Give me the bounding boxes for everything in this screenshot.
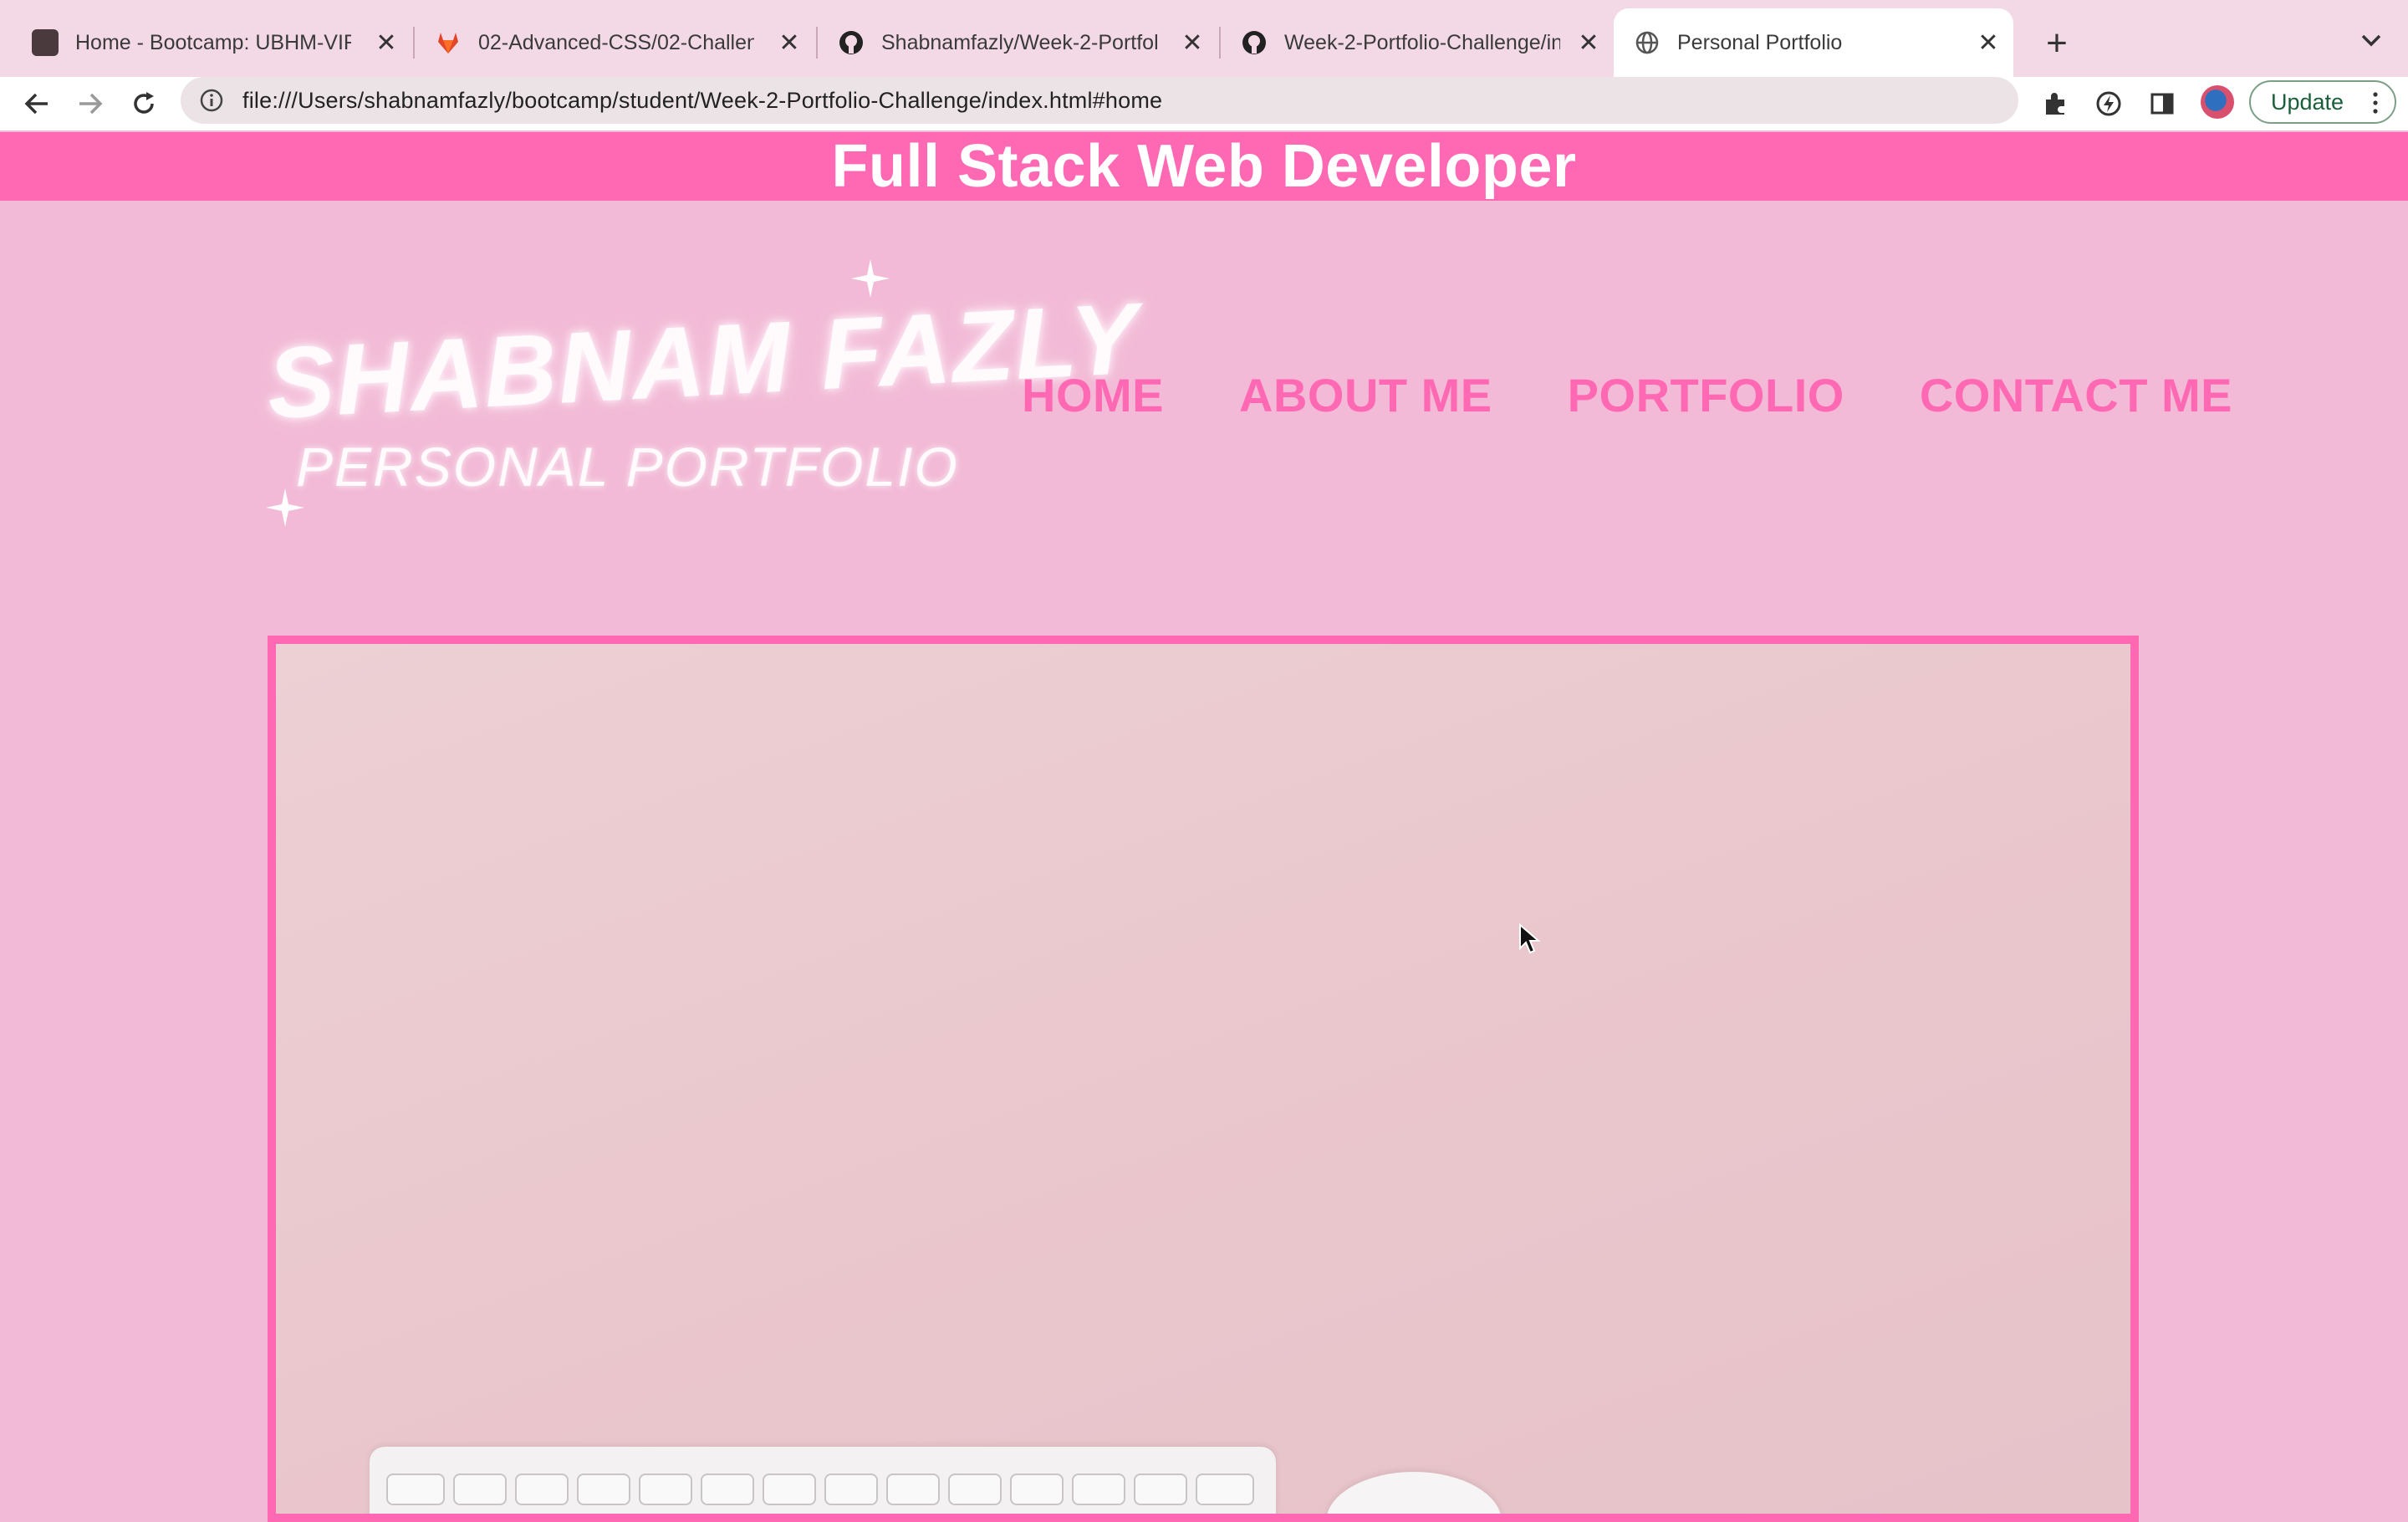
main-nav: HOME ABOUT ME PORTFOLIO CONTACT ME — [1022, 368, 2232, 422]
forward-arrow-icon[interactable] — [72, 85, 109, 122]
new-tab-icon[interactable]: + — [2033, 20, 2080, 67]
tab-gitlab[interactable]: 02-Advanced-CSS/02-Challenge ✕ — [415, 8, 814, 77]
reload-icon[interactable] — [125, 85, 162, 122]
more-menu-icon[interactable] — [2373, 92, 2378, 114]
tab-bootcamp[interactable]: Home - Bootcamp: UBHM-VIRT ✕ — [12, 8, 411, 77]
extensions-puzzle-icon[interactable] — [2037, 85, 2074, 122]
close-tab-icon[interactable]: ✕ — [1177, 28, 1207, 59]
tab-github-repo[interactable]: Shabnamfazly/Week-2-Portfolio ✕ — [818, 8, 1217, 77]
close-tab-icon[interactable]: ✕ — [371, 28, 401, 59]
bootcamp-favicon-icon — [32, 29, 59, 56]
mouse-cursor-icon — [1519, 923, 1541, 954]
tab-title: Week-2-Portfolio-Challenge/index — [1284, 30, 1560, 54]
hero-image — [268, 636, 2139, 1522]
url-text: file:///Users/shabnamfazly/bootcamp/stud… — [242, 87, 1163, 113]
tab-title: Personal Portfolio — [1677, 30, 1843, 54]
back-arrow-icon[interactable] — [18, 85, 55, 122]
profile-avatar[interactable] — [2201, 85, 2234, 119]
side-panel-icon[interactable] — [2144, 85, 2181, 122]
tab-title: 02-Advanced-CSS/02-Challenge — [478, 30, 754, 54]
nav-about-me[interactable]: ABOUT ME — [1239, 368, 1492, 422]
site-info-icon[interactable] — [199, 88, 224, 113]
sparkle-icon — [266, 488, 304, 527]
update-button-label: Update — [2271, 89, 2344, 115]
address-bar[interactable]: file:///Users/shabnamfazly/bootcamp/stud… — [181, 77, 2018, 124]
tab-title: Home - Bootcamp: UBHM-VIRT — [75, 30, 351, 54]
github-icon — [1241, 29, 1268, 56]
tab-strip: Home - Bootcamp: UBHM-VIRT ✕ 02-Advanced… — [0, 0, 2408, 77]
logo-subtitle: PERSONAL PORTFOLIO — [296, 436, 959, 498]
globe-icon — [1634, 29, 1661, 56]
site-logo: SHABNAM FAZLY PERSONAL PORTFOLIO — [251, 259, 1142, 535]
mouse-image — [1326, 1472, 1502, 1514]
nav-home[interactable]: HOME — [1022, 368, 1164, 422]
banner-title: Full Stack Web Developer — [831, 133, 1577, 200]
tab-personal-portfolio[interactable]: Personal Portfolio ✕ — [1614, 8, 2013, 77]
browser-toolbar: file:///Users/shabnamfazly/bootcamp/stud… — [0, 77, 2408, 130]
keyboard-image — [370, 1447, 1276, 1514]
performance-bolt-icon[interactable] — [2090, 85, 2127, 122]
sparkle-icon — [851, 259, 890, 298]
tab-github-index[interactable]: Week-2-Portfolio-Challenge/index ✕ — [1221, 8, 1614, 77]
nav-contact-me[interactable]: CONTACT ME — [1920, 368, 2232, 422]
gitlab-icon — [435, 29, 462, 56]
tab-search-chevron-icon[interactable] — [2354, 23, 2388, 57]
page-banner: Full Stack Web Developer — [0, 132, 2408, 201]
github-icon — [838, 29, 865, 56]
nav-portfolio[interactable]: PORTFOLIO — [1568, 368, 1844, 422]
close-tab-icon[interactable]: ✕ — [774, 28, 804, 59]
update-button[interactable]: Update — [2249, 80, 2396, 124]
close-tab-icon[interactable]: ✕ — [1973, 28, 2003, 59]
tab-title: Shabnamfazly/Week-2-Portfolio — [881, 30, 1157, 54]
close-tab-icon[interactable]: ✕ — [1574, 28, 1604, 59]
logo-name: SHABNAM FAZLY — [264, 282, 1142, 440]
